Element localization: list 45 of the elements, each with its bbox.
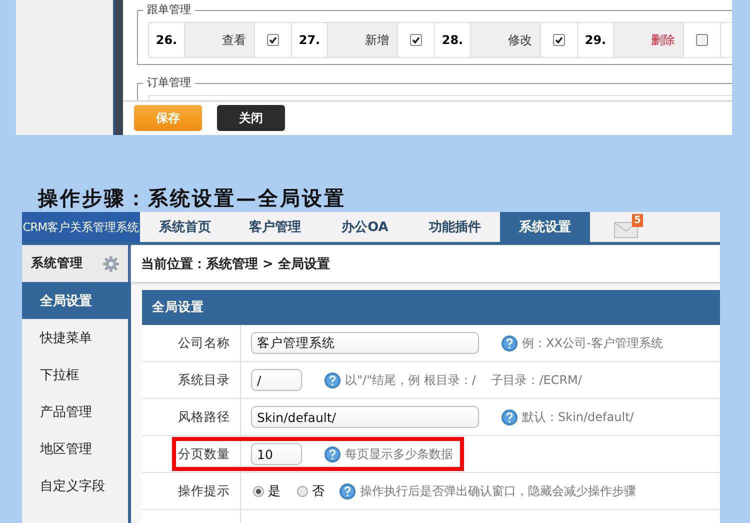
- app-logo: CRM客户关系管理系统: [22, 212, 140, 242]
- sidebar-item[interactable]: 地区管理: [22, 430, 128, 467]
- nav-tab[interactable]: 系统首页: [140, 212, 230, 242]
- help-icon: [324, 372, 341, 388]
- breadcrumb: 当前位置：系统管理 > 全局设置: [131, 245, 720, 282]
- permission-checkbox[interactable]: [410, 34, 422, 46]
- help-icon: [501, 334, 518, 352]
- help-icon: [324, 446, 341, 462]
- field-hint: 默认：Skin/default/: [522, 408, 634, 426]
- permission-label: 删除: [614, 23, 684, 57]
- sidebar-item[interactable]: 快捷菜单: [22, 319, 128, 356]
- permission-label: 查看: [185, 23, 255, 57]
- nav-tab[interactable]: 功能插件: [410, 212, 500, 242]
- nav-tab[interactable]: 办公OA: [320, 212, 410, 242]
- permission-checkbox[interactable]: [553, 34, 565, 46]
- sidebar-item[interactable]: 产品管理: [22, 393, 128, 430]
- action-button[interactable]: 关闭: [217, 105, 285, 132]
- text-field[interactable]: Skin/default/: [251, 406, 479, 428]
- field-hint: 每页显示多少条数据: [345, 446, 453, 462]
- sidebar-item[interactable]: 下拉框: [22, 356, 128, 393]
- text-field[interactable]: /: [251, 369, 302, 391]
- field-hint: 操作执行后是否弹出确认窗口，隐藏会减少操作步骤: [360, 482, 636, 500]
- permission-checkbox[interactable]: [696, 34, 708, 46]
- radio-label: 否: [312, 482, 325, 500]
- sidebar-item[interactable]: 自定义字段: [22, 467, 128, 504]
- radio-button[interactable]: [297, 486, 308, 496]
- text-field[interactable]: 客户管理系统: [251, 332, 479, 354]
- nav-tab[interactable]: 客户管理: [230, 212, 320, 242]
- field-hint: 以"/"结尾，例 根目录：/ 子目录：/ECRM/: [345, 372, 582, 388]
- field-hint: 例：XX公司-客户管理系统: [522, 334, 663, 352]
- section-heading: 操作步骤：系统设置—全局设置: [38, 185, 346, 212]
- nav-tab[interactable]: 系统设置: [500, 212, 590, 242]
- radio-button[interactable]: [253, 486, 264, 496]
- text-field[interactable]: 10: [251, 443, 302, 465]
- help-icon: [339, 482, 356, 500]
- panel-title: 全局设置: [142, 290, 720, 325]
- help-icon: [501, 408, 518, 426]
- sidebar-title: 系统管理: [31, 255, 83, 272]
- permission-checkbox[interactable]: [267, 34, 279, 46]
- radio-label: 是: [268, 482, 281, 500]
- permission-label: 修改: [471, 23, 541, 57]
- permission-label: 新增: [328, 23, 398, 57]
- sidebar-item[interactable]: 全局设置: [22, 282, 128, 319]
- mail-badge: 5: [632, 214, 643, 227]
- mail-icon[interactable]: [614, 222, 638, 238]
